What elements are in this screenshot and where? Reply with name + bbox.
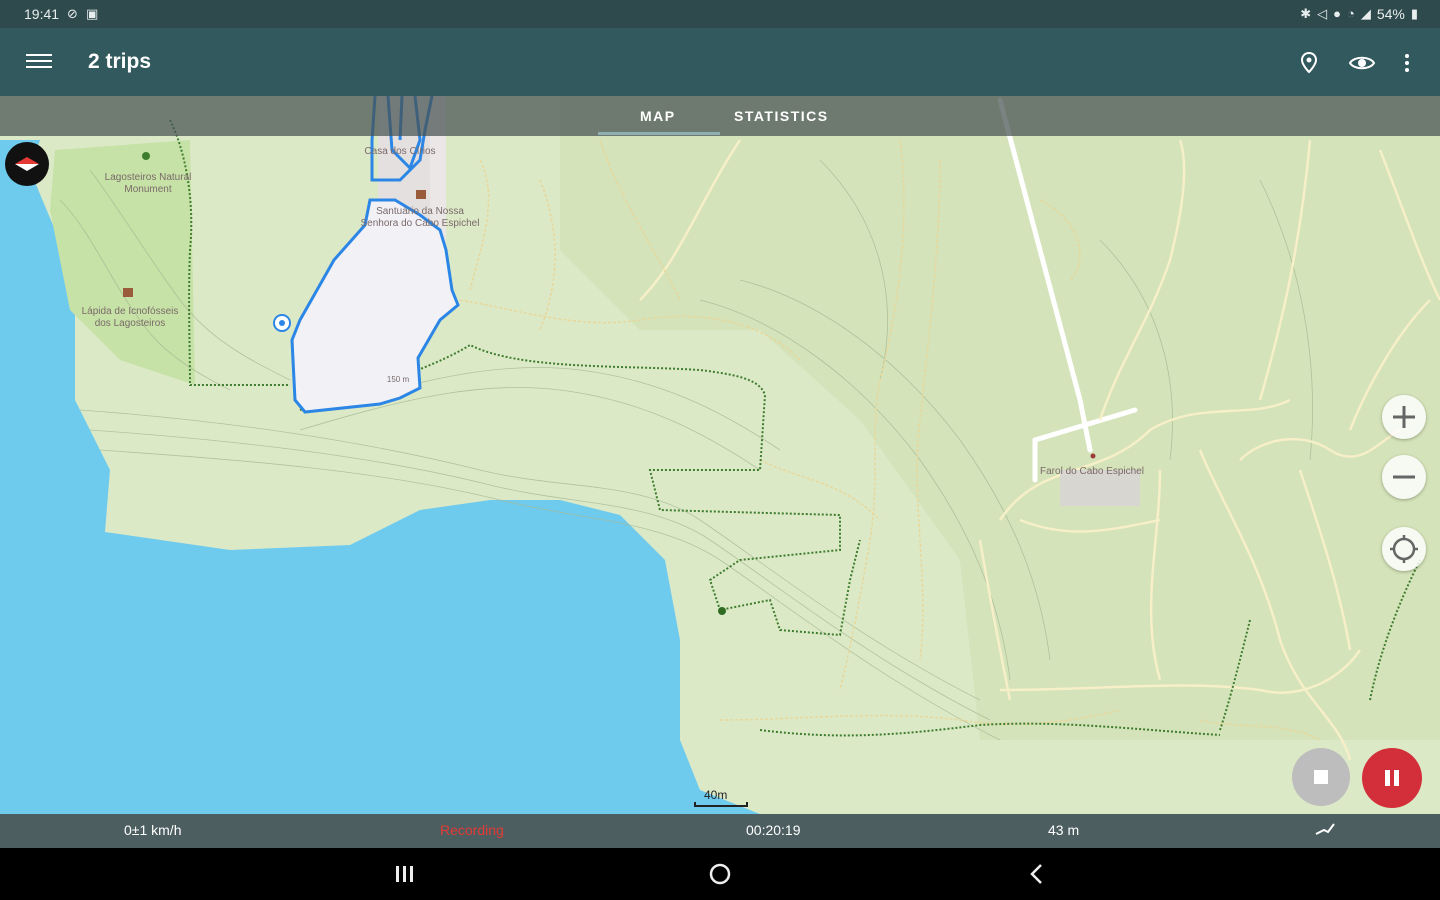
tab-selected-indicator (598, 132, 720, 135)
visibility-button[interactable] (1348, 50, 1376, 76)
home-button[interactable] (708, 862, 732, 891)
image-icon: ▣ (85, 6, 99, 21)
scale-bar (694, 802, 748, 807)
compass-button[interactable] (5, 142, 49, 186)
distance-value: 43 m (1048, 822, 1080, 838)
bluetooth-icon: ✱ (1300, 6, 1312, 21)
tab-bar: MAP STATISTICS (0, 96, 1440, 136)
recents-button[interactable] (394, 862, 416, 891)
speed-value: 0±1 km/h (124, 822, 182, 838)
mute-icon: ◁ (1317, 6, 1328, 21)
my-location-button[interactable] (1382, 527, 1426, 571)
do-not-disturb-icon: ⊘ (67, 6, 78, 21)
app-bar: 2 trips (0, 28, 1440, 96)
poi-label-santuario: Santuário da Nossa Senhora do Cabo Espic… (360, 206, 480, 229)
map-view[interactable]: Lagosteiros Natural Monument Lápida de I… (0, 96, 1440, 814)
eye-icon (1348, 56, 1376, 70)
stop-icon (1314, 770, 1328, 784)
menu-button[interactable] (26, 50, 52, 72)
stop-recording-button[interactable] (1292, 748, 1350, 806)
poi-label-farol: Farol do Cabo Espichel (1040, 466, 1144, 477)
elapsed-time: 00:20:19 (746, 822, 801, 838)
signal-icon: ◢ (1360, 6, 1371, 21)
system-nav-bar (0, 848, 1440, 900)
status-time: 19:41 (24, 6, 60, 22)
location-pin-icon (1300, 51, 1318, 74)
tab-statistics[interactable]: STATISTICS (734, 108, 829, 124)
status-bar: 19:41 ⊘ ▣ ✱ ◁ ● ◔ ◢ 54% ▮ (0, 0, 1440, 28)
tab-map[interactable]: MAP (640, 108, 676, 124)
minus-icon (1393, 475, 1415, 479)
contour-label: 150 m (386, 375, 410, 384)
trend-icon[interactable] (1314, 820, 1336, 841)
back-icon (1030, 864, 1042, 884)
hamburger-icon (26, 54, 52, 56)
recents-icon (396, 866, 413, 882)
gps-locate-icon (1390, 535, 1418, 563)
map-canvas (0, 96, 1440, 814)
more-vertical-icon (1405, 54, 1409, 72)
more-options-button[interactable] (1396, 50, 1422, 76)
poi-label-casa: Casa dos Círios (364, 146, 436, 157)
zoom-out-button[interactable] (1382, 455, 1426, 499)
wifi-icon: ◔ (1346, 6, 1355, 21)
battery-icon: ▮ (1410, 6, 1418, 21)
pause-icon (1385, 770, 1399, 786)
map-scale: 40m (694, 788, 748, 808)
back-button[interactable] (1026, 862, 1048, 891)
home-icon (709, 863, 731, 885)
recording-info-bar: 0±1 km/h Recording 00:20:19 43 m (0, 814, 1440, 848)
poi-label-lagoa: Lagosteiros Natural Monument (104, 172, 192, 195)
recording-status: Recording (440, 822, 504, 838)
battery-percent: 54% (1376, 6, 1405, 22)
location-pin-button[interactable] (1296, 50, 1322, 76)
pause-recording-button[interactable] (1362, 748, 1422, 808)
compass-icon (15, 157, 39, 171)
zoom-in-button[interactable] (1382, 395, 1426, 439)
plus-icon (1393, 406, 1415, 428)
location-icon: ● (1333, 6, 1341, 21)
page-title: 2 trips (88, 50, 152, 73)
poi-label-lapide: Lápida de Icnofósseis dos Lagosteiros (81, 306, 179, 329)
